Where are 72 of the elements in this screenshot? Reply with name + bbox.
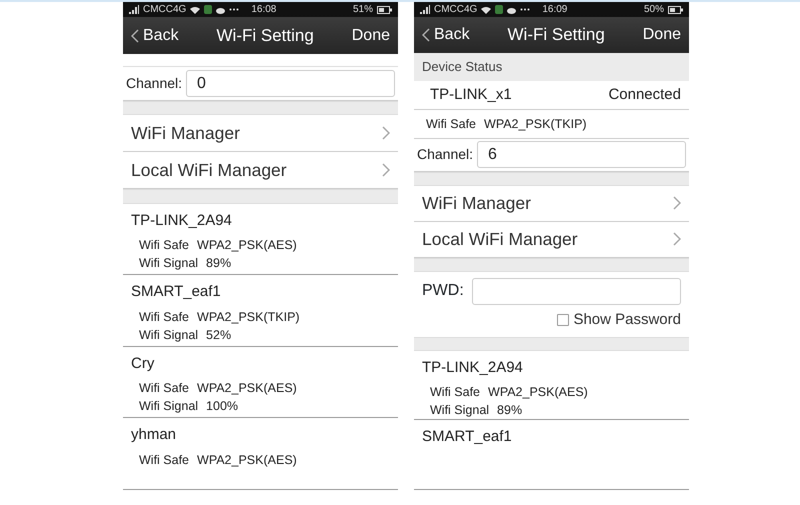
show-password-checkbox[interactable]: Show Password (422, 308, 681, 332)
signal-label: Wifi Signal (430, 402, 490, 420)
signal-icon (129, 5, 139, 14)
time-text: 16:08 (251, 3, 276, 18)
network-item[interactable]: SMART_eaf1 (414, 420, 689, 490)
battery-icon (668, 6, 683, 14)
security-label: Wifi Safe (430, 384, 480, 402)
network-name: TP-LINK_x1 (430, 85, 512, 106)
security-value: WPA2_PSK(TKIP) (197, 308, 300, 326)
security-value: WPA2_PSK(AES) (197, 237, 297, 254)
back-button[interactable]: Back (131, 24, 179, 48)
done-button[interactable]: Done (352, 24, 390, 48)
channel-label: Channel: (126, 74, 182, 93)
network-name: yhman (131, 425, 178, 446)
security-value: WPA2_PSK(TKIP) (484, 116, 587, 133)
password-field[interactable] (472, 278, 681, 305)
signal-label: Wifi Signal (139, 398, 198, 416)
app-icon (204, 5, 212, 14)
dots-icon (229, 8, 240, 12)
network-name: SMART_eaf1 (131, 282, 222, 302)
chevron-left-icon (131, 28, 139, 43)
network-item[interactable]: Cry Wifi Safe WPA2_PSK(AES) Wifi Signal 100% (123, 346, 398, 418)
security-value: WPA2_PSK(AES) (197, 380, 297, 398)
security-label: Wifi Safe (426, 116, 476, 133)
time-text: 16:09 (542, 3, 568, 17)
signal-value: 89% (497, 402, 522, 420)
signal-icon (420, 5, 430, 14)
signal-value: 52% (206, 326, 232, 344)
carrier-text: CMCC4G (143, 3, 186, 18)
password-label: PWD: (422, 281, 464, 302)
wifi-icon (190, 6, 200, 14)
network-item[interactable]: yhman Wifi Safe WPA2_PSK(AES) (123, 418, 398, 490)
signal-value: 89% (206, 255, 232, 272)
signal-value: 100% (206, 398, 238, 416)
signal-label: Wifi Signal (139, 326, 198, 344)
network-name: TP-LINK_2A94 (131, 210, 233, 231)
section-header: Device Status (422, 58, 502, 76)
chevron-right-icon (673, 232, 681, 246)
menu-item[interactable]: WiFi Manager (414, 186, 689, 222)
chevron-right-icon (382, 126, 390, 140)
chevron-left-icon (422, 28, 430, 42)
connection-status: Connected (608, 85, 681, 106)
security-value: WPA2_PSK(AES) (197, 452, 297, 469)
security-label: Wifi Safe (139, 380, 190, 398)
security-label: Wifi Safe (139, 237, 190, 254)
channel-field[interactable]: 0 (186, 70, 395, 97)
dots-icon (520, 8, 530, 11)
screen-title: Wi-Fi Setting (216, 24, 314, 47)
battery-icon (377, 6, 392, 14)
done-button[interactable]: Done (642, 22, 681, 47)
network-name: Cry (131, 354, 156, 374)
signal-label: Wifi Signal (139, 255, 198, 272)
back-button[interactable]: Back (422, 22, 470, 47)
carrier-text: CMCC4G (434, 3, 478, 17)
channel-label: Channel: (417, 145, 474, 164)
screen-title: Wi-Fi Setting (508, 24, 605, 46)
network-name: TP-LINK_2A94 (422, 358, 524, 378)
security-label: Wifi Safe (139, 452, 190, 469)
menu-item[interactable]: WiFi Manager (123, 115, 398, 152)
network-item[interactable]: TP-LINK_2A94 Wifi Safe WPA2_PSK(AES) Wifi Signal 89% (414, 350, 689, 420)
network-name: SMART_eaf1 (422, 427, 513, 448)
security-value: WPA2_PSK(AES) (488, 384, 588, 402)
app-icon (495, 5, 504, 14)
chevron-right-icon (673, 196, 681, 210)
network-item[interactable]: TP-LINK_2A94 Wifi Safe WPA2_PSK(AES) Wifi Signal 89% (123, 204, 398, 276)
security-label: Wifi Safe (139, 308, 190, 326)
chevron-right-icon (382, 163, 390, 178)
wifi-icon (481, 6, 492, 14)
battery-text: 50% (644, 3, 664, 17)
channel-field[interactable]: 6 (477, 141, 686, 168)
battery-text: 51% (352, 3, 373, 18)
network-item[interactable]: SMART_eaf1 Wifi Safe WPA2_PSK(TKIP) Wifi Signal 52% (123, 275, 398, 347)
